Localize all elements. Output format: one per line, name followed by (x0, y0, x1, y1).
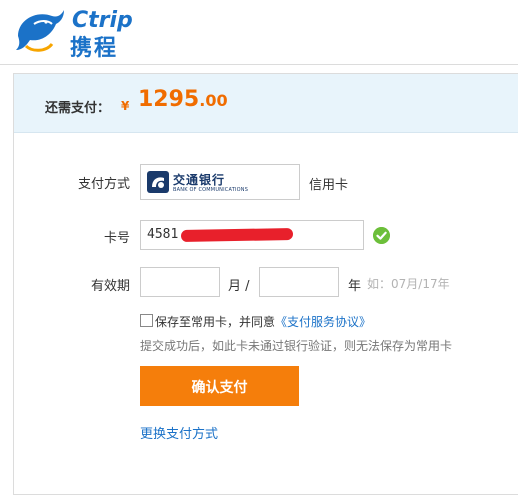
amount-due: 1295.00 (138, 87, 228, 112)
brand-name-cn: 携程 (70, 36, 119, 61)
header: Ctrip 携程 (0, 0, 518, 65)
currency-symbol: ¥ (121, 99, 130, 113)
card-number-input[interactable]: 4581 (140, 220, 364, 250)
payment-summary: 还需支付： ¥ 1295.00 (14, 74, 518, 133)
amount-integer: 1295 (138, 87, 200, 112)
bank-name-cn: 交通银行 (173, 173, 226, 187)
save-card-agreement: 保存至常用卡，并同意《支付服务协议》 (140, 313, 371, 330)
amount-due-label: 还需支付： (45, 101, 111, 116)
redaction-mark (180, 228, 294, 242)
card-number-label: 卡号 (103, 231, 130, 246)
payment-panel: 还需支付： ¥ 1295.00 支付方式 交通银行 BANK OF COMMUN… (13, 73, 518, 495)
confirm-payment-button[interactable]: 确认支付 (140, 366, 299, 406)
year-unit: 年 (348, 279, 362, 294)
amount-decimal: .00 (199, 91, 228, 110)
card-type: 信用卡 (309, 178, 349, 193)
dolphin-logo-icon (16, 10, 64, 52)
change-payment-method-link[interactable]: 更换支付方式 (140, 423, 218, 442)
ctrip-logo[interactable]: Ctrip 携程 (12, 6, 162, 61)
month-unit: 月 / (228, 279, 250, 294)
bank-name-en: BANK OF COMMUNICATIONS (173, 187, 249, 193)
expiry-label: 有效期 (90, 279, 130, 294)
expiry-year-input[interactable] (259, 267, 339, 297)
bank-of-communications-icon (147, 171, 169, 193)
expiry-month-input[interactable] (140, 267, 220, 297)
agreement-text: 保存至常用卡，并同意 (155, 315, 276, 329)
bank-selector[interactable]: 交通银行 BANK OF COMMUNICATIONS (140, 164, 300, 200)
card-number-value: 4581 (147, 227, 179, 242)
expiry-hint: 如：07月/17年 (367, 277, 450, 291)
check-circle-icon (373, 227, 390, 244)
save-card-note: 提交成功后，如此卡未通过银行验证，则无法保存为常用卡 (140, 339, 453, 353)
save-card-checkbox[interactable] (140, 314, 153, 327)
payment-method-label: 支付方式 (77, 177, 130, 192)
service-agreement-link[interactable]: 《支付服务协议》 (275, 315, 371, 329)
